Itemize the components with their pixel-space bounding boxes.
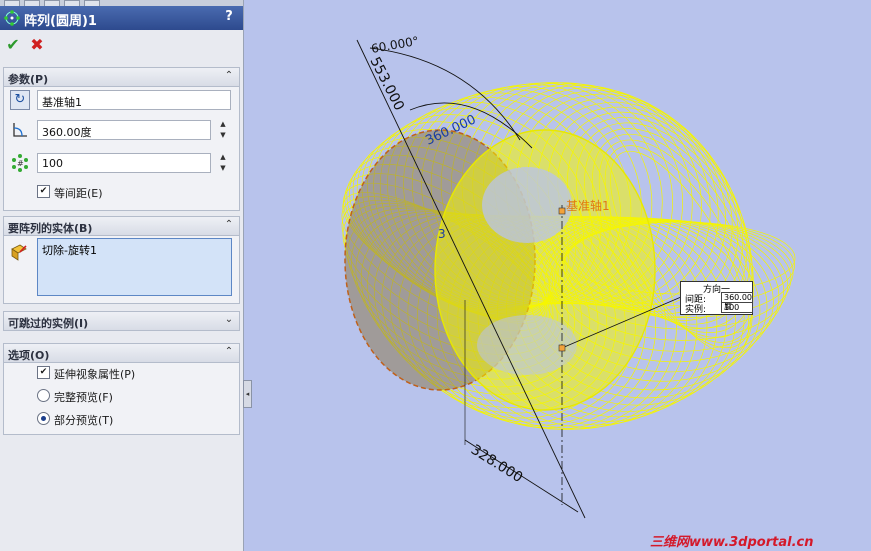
property-manager-panel: 阵列(圆周)1 ? ✔ ✖ 参数(P) ⌃ ↻ 基准轴1 360.00度 ▲ ▼ … [0,0,244,551]
bodies-title: 要阵列的实体(B) [8,222,93,235]
bodies-listbox[interactable]: 切除-旋转1 [37,238,232,296]
callout-count-value[interactable]: 100 [721,302,753,313]
collapse-chevron-icon[interactable]: ⌃ [222,69,236,83]
rotate-axis-icon[interactable]: ↻ [10,90,30,110]
partial-preview-radio[interactable] [37,412,50,425]
full-preview-label: 完整预览(F) [54,391,113,404]
dimension-small-text[interactable]: 3 [438,227,446,241]
skip-instances-section: 可跳过的实例(I) ⌄ [3,311,240,331]
watermark-text: 三维网www.3dportal.cn [650,535,814,550]
axis-handle-top[interactable] [558,207,566,215]
sphere-hole-upper [482,167,572,243]
skip-instances-header[interactable]: 可跳过的实例(I) ⌄ [4,312,239,331]
panel-title: 阵列(圆周)1 [24,14,97,29]
skip-instances-title: 可跳过的实例(I) [8,317,89,330]
parameters-title: 参数(P) [8,73,49,86]
collapse-chevron-icon[interactable]: ⌃ [222,218,236,232]
collapse-chevron-icon[interactable]: ⌃ [222,345,236,359]
bodies-header[interactable]: 要阵列的实体(B) ⌃ [4,217,239,236]
angle-spinner[interactable]: ▲ ▼ [217,119,229,141]
dimension-553-text[interactable]: 553.000 [366,55,407,114]
parameters-section: 参数(P) ⌃ ↻ 基准轴1 360.00度 ▲ ▼ # 100 ▲ ▼ ✔ 等间距… [3,67,240,211]
ok-button[interactable]: ✔ [4,36,22,54]
help-button[interactable]: ? [222,9,236,25]
axis-handle-bottom[interactable] [558,344,566,352]
axis-field[interactable]: 基准轴1 [37,90,231,110]
panel-titlebar: 阵列(圆周)1 ? [0,6,243,30]
instance-count-icon: # [12,154,28,172]
parameters-header[interactable]: 参数(P) ⌃ [4,68,239,87]
options-title: 选项(O) [8,349,50,362]
propagate-visual-checkbox[interactable]: ✔ [37,366,50,379]
callout-count-label: 实例: [685,305,707,315]
equal-spacing-checkbox[interactable]: ✔ [37,185,50,198]
angle-input[interactable]: 360.00度 [37,120,211,140]
options-section: 选项(O) ⌃ ✔ 延伸视象属性(P) 完整预览(F) 部分预览(T) [3,343,240,435]
count-spinner[interactable]: ▲ ▼ [217,152,229,174]
body-list-item[interactable]: 切除-旋转1 [42,242,227,258]
dimension-328-text[interactable]: 328.000 [468,442,526,486]
count-input[interactable]: 100 [37,153,211,173]
partial-preview-label: 部分预览(T) [54,414,114,427]
angle-icon [13,123,27,137]
graphics-viewport[interactable]: 60.000° 553.000 360.000 328.000 3 基准轴1 [244,0,871,551]
cancel-button[interactable]: ✖ [28,36,46,54]
propagate-visual-label: 延伸视象属性(P) [54,368,136,381]
equal-spacing-label: 等间距(E) [54,187,103,200]
expand-chevron-icon[interactable]: ⌄ [222,313,236,327]
body-select-icon [11,244,27,261]
circular-pattern-icon [4,10,20,26]
full-preview-radio[interactable] [37,389,50,402]
options-header[interactable]: 选项(O) ⌃ [4,344,239,363]
svg-text:#: # [17,159,24,168]
datum-axis-label[interactable]: 基准轴1 [566,198,610,213]
bodies-section: 要阵列的实体(B) ⌃ 切除-旋转1 [3,216,240,304]
direction-callout[interactable]: 方向一 间距: 360.00度 实例: 100 [680,281,753,315]
